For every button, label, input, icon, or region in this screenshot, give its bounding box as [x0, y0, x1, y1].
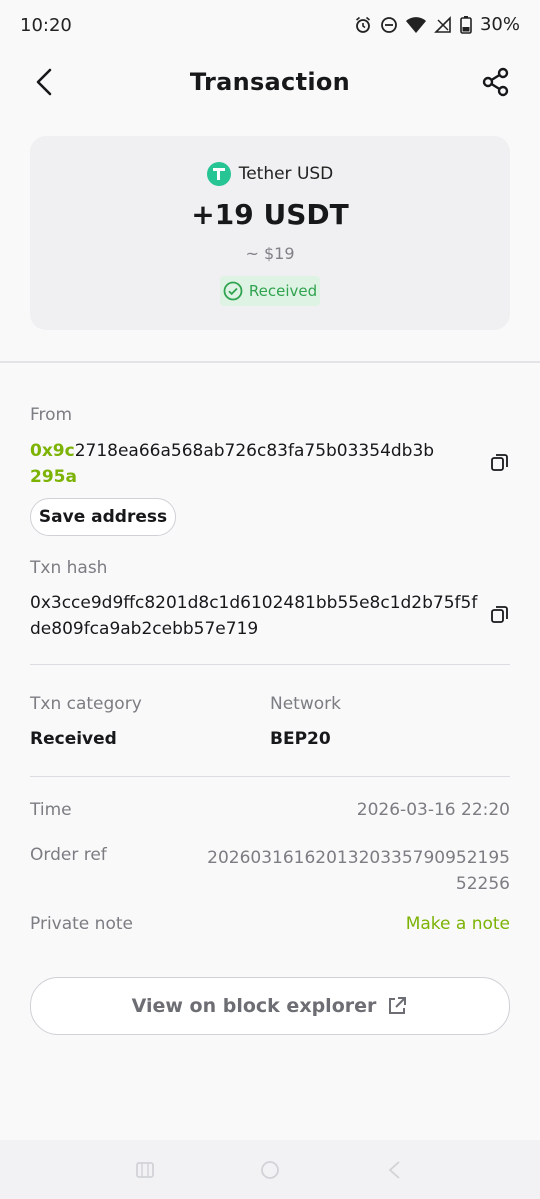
txn-category-value: Received [30, 729, 117, 749]
status-badge: Received [220, 276, 320, 306]
time-value: 2026-03-16 22:20 [356, 800, 510, 820]
transaction-summary-card: Tether USD +19 USDT ~ $19 Received [30, 136, 510, 330]
token-row: Tether USD [30, 162, 510, 186]
address-prefix: 0x9c [30, 441, 75, 461]
section-divider [0, 361, 540, 363]
do-not-disturb-icon [380, 16, 398, 34]
back-nav-icon[interactable] [383, 1158, 407, 1182]
order-ref-value[interactable]: 20260316162013203357909521​95 52256 [207, 845, 510, 897]
wifi-icon [405, 16, 426, 34]
txn-hash-label: Txn hash [30, 558, 108, 578]
save-address-button[interactable]: Save address [30, 498, 176, 536]
home-icon[interactable] [258, 1158, 282, 1182]
from-label: From [30, 405, 73, 425]
order-ref-label: Order ref [30, 845, 107, 865]
check-circle-icon [223, 281, 243, 301]
from-address[interactable]: 0x9c2718ea66a568ab726c83fa75b03354db3b 2… [30, 438, 470, 490]
tether-logo-icon [206, 162, 231, 186]
share-button[interactable] [480, 66, 512, 98]
fiat-amount: ~ $19 [245, 244, 295, 263]
private-note-label: Private note [30, 914, 133, 934]
signal-icon [434, 15, 452, 34]
share-icon [482, 67, 509, 97]
txn-hash-value[interactable]: 0x3cce9d9ffc8201d8c1d6102481bb55e8c1d2b7… [30, 590, 477, 642]
recent-apps-icon[interactable] [133, 1158, 157, 1182]
view-block-explorer-button[interactable]: View on block explorer [30, 977, 510, 1035]
page-title: Transaction [189, 68, 351, 96]
network-value: BEP20 [270, 729, 331, 749]
battery-percent: 30% [479, 14, 520, 35]
alarm-icon [354, 16, 372, 34]
copy-hash-icon[interactable] [489, 604, 511, 626]
txn-hash-line1: 0x3cce9d9ffc8201d8c1d6102481bb55e8c1d2b7… [30, 593, 478, 613]
amount: +19 USDT [191, 198, 349, 231]
status-time: 10:20 [20, 15, 72, 36]
divider [30, 776, 510, 777]
copy-address-icon[interactable] [489, 452, 511, 474]
status-text: Received [248, 282, 318, 300]
make-note-link[interactable]: Make a note [406, 914, 510, 934]
address-suffix: 295a [30, 467, 77, 487]
order-ref-line1: 20260316162013203357909521​95 [207, 848, 510, 868]
battery-icon [460, 15, 472, 34]
status-icons: 30% [354, 14, 520, 35]
token-name: Tether USD [238, 164, 334, 184]
network-label: Network [270, 694, 341, 714]
time-label: Time [30, 800, 72, 820]
explorer-label: View on block explorer [131, 995, 377, 1017]
external-link-icon [389, 997, 407, 1014]
status-bar: 10:20 30% [0, 0, 540, 54]
divider [30, 664, 510, 665]
order-ref-line2: 52256 [455, 874, 510, 894]
txn-hash-line2: de809fca9ab2cebb57e719 [30, 619, 259, 639]
system-nav-bar [0, 1140, 540, 1199]
address-middle: 2718ea66a568ab726c83fa75b03354db3b [74, 441, 435, 461]
txn-category-label: Txn category [30, 694, 142, 714]
app-bar: Transaction [0, 54, 540, 110]
